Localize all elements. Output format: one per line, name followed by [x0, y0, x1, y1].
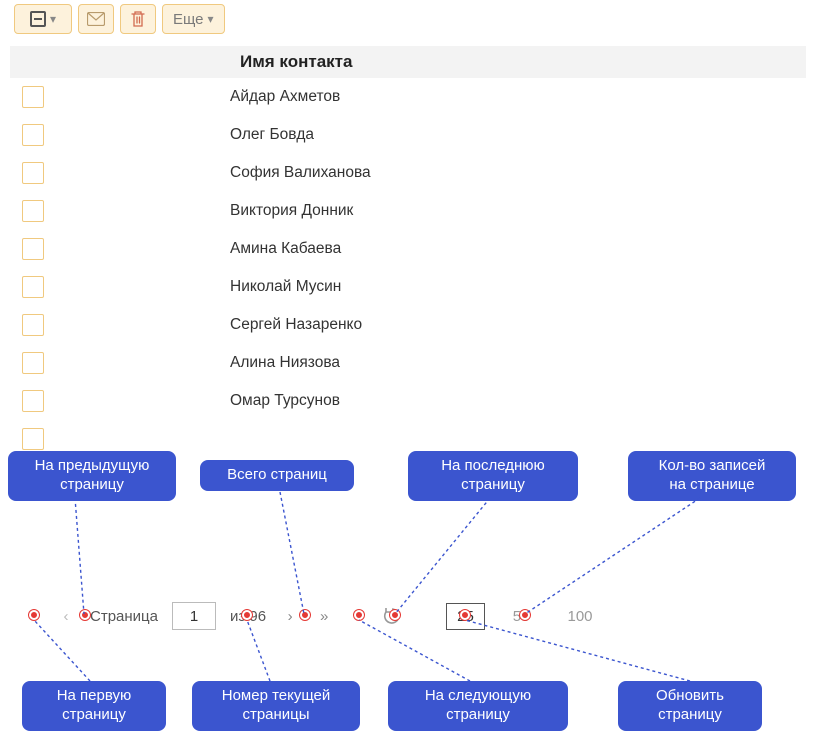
page-label: Страница [90, 608, 158, 625]
row-checkbox[interactable] [22, 162, 44, 184]
callout-total-pages: Всего страниц [200, 460, 354, 491]
marker [354, 610, 364, 620]
column-header-name[interactable]: Имя контакта [10, 46, 806, 78]
partial-check-icon [30, 11, 46, 27]
pager: « ‹ Страница из 96 › » 2550100 [8, 592, 808, 640]
chevron-down-icon: ▾ [50, 12, 56, 26]
row-checkbox[interactable] [22, 200, 44, 222]
next-page-button[interactable]: › [280, 604, 300, 628]
contact-name: Алина Ниязова [230, 354, 340, 372]
marker [29, 610, 39, 620]
row-checkbox[interactable] [22, 86, 44, 108]
contact-name: Айдар Ахметов [230, 88, 340, 106]
contact-name: Сергей Назаренко [230, 316, 362, 334]
table-row[interactable]: Алина Ниязова [10, 344, 806, 382]
row-checkbox[interactable] [22, 238, 44, 260]
page-number-input[interactable] [172, 602, 216, 630]
more-label: Еще [173, 11, 204, 28]
mail-icon [87, 12, 105, 26]
table-row[interactable]: Айдар Ахметов [10, 78, 806, 116]
table-row[interactable]: Омар Турсунов [10, 382, 806, 420]
callout-current-num: Номер текущей страницы [192, 681, 360, 731]
callout-last-page: На последнюю страницу [408, 451, 578, 501]
marker [300, 610, 310, 620]
prev-page-button[interactable]: ‹ [56, 604, 76, 628]
marker [460, 610, 470, 620]
callout-first-page: На первую страницу [22, 681, 166, 731]
table-row[interactable]: Виктория Донник [10, 192, 806, 230]
contact-name: Виктория Донник [230, 202, 353, 220]
row-checkbox[interactable] [22, 352, 44, 374]
row-checkbox[interactable] [22, 124, 44, 146]
select-all-dropdown[interactable]: ▾ [14, 4, 72, 34]
table-row[interactable]: София Валиханова [10, 154, 806, 192]
callout-refresh: Обновить страницу [618, 681, 762, 731]
table-row[interactable]: Амина Кабаева [10, 230, 806, 268]
row-checkbox[interactable] [22, 390, 44, 412]
row-checkbox[interactable] [22, 314, 44, 336]
callout-prev-page: На предыдущую страницу [8, 451, 176, 501]
contact-name: Амина Кабаева [230, 240, 341, 258]
callout-records-per-page: Кол-во записей на странице [628, 451, 796, 501]
chevron-down-icon: ▾ [208, 12, 214, 26]
table-row[interactable]: Николай Мусин [10, 268, 806, 306]
more-button[interactable]: Еще ▾ [162, 4, 225, 34]
contacts-list: Айдар Ахметов Олег Бовда София Валиханова В… [10, 78, 806, 496]
marker [242, 610, 252, 620]
marker [390, 610, 400, 620]
contact-name: Омар Турсунов [230, 392, 340, 410]
delete-button[interactable] [120, 4, 156, 34]
contact-name: Николай Мусин [230, 278, 341, 296]
row-checkbox[interactable] [22, 276, 44, 298]
contact-name: Олег Бовда [230, 126, 314, 144]
total-pages: 96 [249, 608, 266, 625]
row-checkbox[interactable] [22, 428, 44, 450]
table-row[interactable]: Олег Бовда [10, 116, 806, 154]
toolbar: ▾ Еще ▾ [0, 0, 816, 46]
callout-next-page: На следующую страницу [388, 681, 568, 731]
last-page-button[interactable]: » [314, 604, 334, 628]
table-row[interactable]: Сергей Назаренко [10, 306, 806, 344]
trash-icon [130, 10, 146, 28]
marker [80, 610, 90, 620]
marker [520, 610, 530, 620]
contact-name: София Валиханова [230, 164, 371, 182]
page-size-100[interactable]: 100 [557, 604, 602, 629]
mail-button[interactable] [78, 4, 114, 34]
